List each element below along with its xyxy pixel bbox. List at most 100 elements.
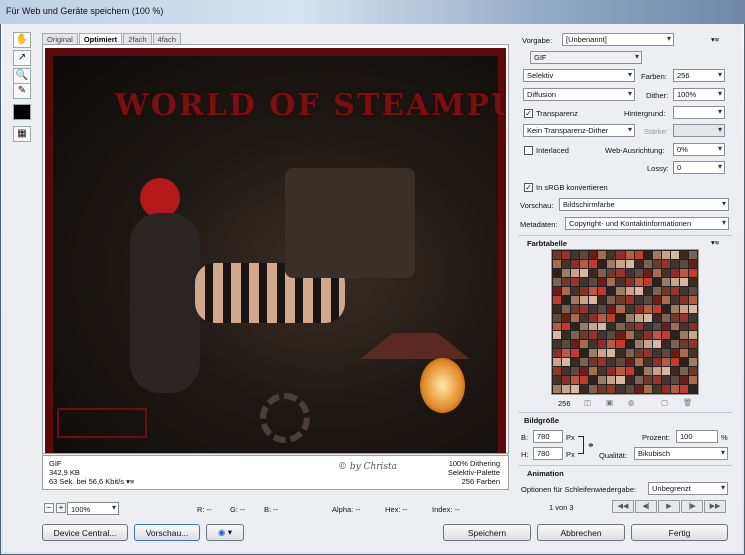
color-swatch[interactable] [589,331,598,340]
color-swatch[interactable] [634,376,643,385]
delete-color-icon[interactable]: 🗑 [683,398,693,407]
color-swatch[interactable] [598,268,607,277]
color-swatch[interactable] [625,286,634,295]
color-swatch[interactable] [598,251,607,259]
color-swatch[interactable] [688,313,697,322]
color-swatch[interactable] [607,277,616,286]
color-swatch[interactable] [616,385,625,393]
color-swatch[interactable] [571,268,580,277]
color-swatch[interactable] [643,286,652,295]
save-button[interactable]: Speichern [443,524,531,541]
color-swatch[interactable] [679,358,688,367]
color-swatch[interactable] [625,322,634,331]
cancel-button[interactable]: Abbrechen [537,524,625,541]
color-swatch[interactable] [625,367,634,376]
color-swatch[interactable] [562,313,571,322]
tab-original[interactable]: Original [42,33,78,44]
color-swatch[interactable] [670,322,679,331]
color-swatch[interactable] [643,349,652,358]
color-swatch[interactable] [670,367,679,376]
color-swatch[interactable] [571,295,580,304]
color-swatch[interactable] [634,304,643,313]
color-swatch[interactable] [643,367,652,376]
color-swatch[interactable] [598,349,607,358]
color-swatch[interactable] [652,295,661,304]
color-swatch[interactable] [652,367,661,376]
matte-select[interactable] [673,106,725,119]
color-swatch[interactable] [688,277,697,286]
metadata-select[interactable]: Copyright- und Kontaktinformationen [565,217,729,230]
color-swatch[interactable] [616,313,625,322]
color-swatch[interactable] [679,349,688,358]
color-swatch[interactable] [670,268,679,277]
color-swatch[interactable] [688,295,697,304]
color-swatch[interactable] [598,277,607,286]
next-frame-button[interactable]: |▶ [681,500,703,513]
color-swatch[interactable] [553,349,562,358]
color-swatch[interactable] [598,385,607,393]
color-swatch[interactable] [607,268,616,277]
color-swatch[interactable] [688,286,697,295]
color-swatch[interactable] [652,304,661,313]
color-swatch[interactable] [652,313,661,322]
color-swatch[interactable] [625,376,634,385]
color-swatch[interactable] [571,304,580,313]
color-swatch[interactable] [589,349,598,358]
color-swatch[interactable] [661,358,670,367]
color-swatch[interactable] [589,340,598,349]
zoom-tool-icon[interactable]: 🔍 [13,68,31,84]
color-swatch[interactable] [571,313,580,322]
color-table-menu-icon[interactable]: ▾≡ [711,238,719,247]
preset-select[interactable]: [Unbenannt] [562,33,674,46]
tab-2-up[interactable]: 2fach [123,33,152,44]
color-swatch[interactable] [553,322,562,331]
color-swatch[interactable] [634,277,643,286]
color-swatch[interactable] [571,286,580,295]
color-swatch[interactable] [643,313,652,322]
color-swatch[interactable] [589,376,598,385]
color-swatch[interactable] [688,385,697,393]
color-swatch[interactable] [580,331,589,340]
zoom-select[interactable]: 100% [67,502,119,515]
color-swatch[interactable] [625,385,634,393]
color-swatch[interactable] [562,295,571,304]
last-frame-button[interactable]: ▶▶ [704,500,726,513]
color-swatch[interactable] [643,304,652,313]
dither-amount-select[interactable]: 100% [673,88,725,101]
color-swatch[interactable] [688,349,697,358]
color-swatch[interactable] [553,286,562,295]
color-swatch[interactable] [679,286,688,295]
interlaced-checkbox[interactable] [524,146,533,155]
color-swatch[interactable] [589,367,598,376]
color-swatch[interactable] [607,331,616,340]
color-swatch[interactable] [607,340,616,349]
color-swatch[interactable] [580,358,589,367]
color-swatch[interactable] [634,259,643,268]
color-swatch[interactable] [607,322,616,331]
color-swatch[interactable] [643,376,652,385]
toggle-slices-icon[interactable]: ▦ [13,126,31,142]
color-swatch[interactable] [580,322,589,331]
color-swatch[interactable] [553,251,562,259]
color-swatch[interactable] [661,385,670,393]
color-swatch[interactable] [580,385,589,393]
color-swatch[interactable] [616,376,625,385]
color-swatch[interactable] [562,251,571,259]
color-swatch[interactable] [688,268,697,277]
color-swatch[interactable] [625,331,634,340]
color-swatch[interactable] [607,358,616,367]
color-swatch[interactable] [634,349,643,358]
color-swatch[interactable] [616,367,625,376]
eyedropper-tool-icon[interactable]: ✎ [13,83,31,99]
color-swatch[interactable] [679,251,688,259]
color-swatch[interactable] [652,331,661,340]
color-swatch[interactable] [661,251,670,259]
color-swatch[interactable] [679,259,688,268]
color-swatch[interactable] [607,376,616,385]
color-swatch[interactable] [607,304,616,313]
color-swatch[interactable] [580,376,589,385]
color-swatch[interactable] [652,376,661,385]
preview-select[interactable]: Bildschirmfarbe [559,198,729,211]
color-swatch[interactable] [670,385,679,393]
lossy-select[interactable]: 0 [673,161,725,174]
